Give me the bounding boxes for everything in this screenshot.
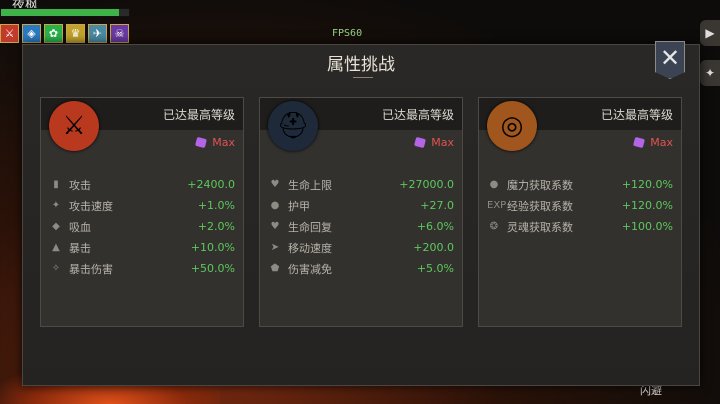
skull-buff-icon[interactable]: ☠: [110, 24, 129, 43]
attack-icon: ▮: [53, 179, 59, 190]
stat-name: 攻击: [69, 178, 91, 192]
stat-name: 攻击速度: [69, 199, 113, 213]
fps-counter: FPS60: [332, 28, 363, 39]
stat-name: 吸血: [69, 220, 91, 234]
stat-row: ✧ 暴击伤害 +50.0%: [49, 258, 235, 279]
stat-value: +100.0%: [621, 220, 673, 233]
max-label: Max: [650, 136, 673, 149]
stat-name: 伤害减免: [288, 262, 332, 276]
card-level-text: 已达最高等级: [381, 108, 454, 122]
card-max-badge: Max: [414, 136, 454, 149]
stat-list: ▮ 攻击 +2400.0 ✦ 攻击速度 +1.0% ◆ 吸血 +2.0% ▲ 暴…: [49, 174, 235, 279]
stat-value: +120.0%: [621, 178, 673, 191]
stat-value: +5.0%: [416, 262, 454, 275]
attribute-card: ⚔ 已达最高等级 Max ▮ 攻击 +2400.0 ✦ 攻击速度 +1.0% ◆…: [40, 97, 244, 327]
stat-value: +2.0%: [197, 220, 235, 233]
stat-name: 灵魂获取系数: [507, 220, 573, 234]
stat-value: +6.0%: [416, 220, 454, 233]
panel-title: 属性挑战: [327, 55, 395, 75]
helmet-icon: ⛑: [268, 101, 318, 151]
attack-speed-icon: ✦: [51, 200, 61, 211]
side-button-play-icon[interactable]: ▶: [700, 20, 720, 46]
stat-row: EXP 经验获取系数 +120.0%: [487, 195, 673, 216]
stat-row: ⬟ 伤害减免 +5.0%: [268, 258, 454, 279]
attribute-card: ◎ 已达最高等级 Max ● 魔力获取系数 +120.0% EXP 经验获取系数…: [478, 97, 682, 327]
close-button[interactable]: ✕: [655, 41, 685, 79]
card-max-badge: Max: [633, 136, 673, 149]
stat-row: ➤ 移动速度 +200.0: [268, 237, 454, 258]
stat-row: ▲ 暴击 +10.0%: [49, 237, 235, 258]
stat-value: +27.0: [420, 199, 454, 212]
stat-row: ♥ 生命回复 +6.0%: [268, 216, 454, 237]
stat-row: ● 护甲 +27.0: [268, 195, 454, 216]
crit-damage-icon: ✧: [51, 263, 61, 274]
damage-reduction-icon: ⬟: [270, 263, 280, 274]
stat-value: +27000.0: [399, 178, 454, 191]
coins-icon: ◎: [487, 101, 537, 151]
coins-icon-glyph: ◎: [500, 111, 524, 141]
hp-bar: [0, 8, 130, 17]
move-speed-icon: ➤: [270, 242, 280, 253]
attribute-challenge-panel: 属性挑战 ✕ ⚔ 已达最高等级 Max ▮ 攻击 +2400.0 ✦ 攻击速度 …: [22, 41, 700, 386]
shield-buff-icon[interactable]: ◈: [22, 24, 41, 43]
leaf-buff-icon[interactable]: ✿: [44, 24, 63, 43]
max-label: Max: [431, 136, 454, 149]
stat-row: ✦ 攻击速度 +1.0%: [49, 195, 235, 216]
crystal-icon: [414, 136, 427, 149]
stat-row: ◆ 吸血 +2.0%: [49, 216, 235, 237]
side-button-star-icon[interactable]: ✦: [700, 60, 720, 86]
title-ornament: [353, 73, 373, 78]
stat-value: +200.0: [413, 241, 454, 254]
stat-name: 暴击: [69, 241, 91, 255]
hp-bar-fill: [1, 9, 119, 16]
stat-list: ♥ 生命上限 +27000.0 ● 护甲 +27.0 ♥ 生命回复 +6.0% …: [268, 174, 454, 279]
stat-name: 生命回复: [288, 220, 332, 234]
exp-icon: EXP: [487, 200, 507, 211]
wing-buff-icon[interactable]: ✈: [88, 24, 107, 43]
card-max-badge: Max: [195, 136, 235, 149]
attribute-card: ⛑ 已达最高等级 Max ♥ 生命上限 +27000.0 ● 护甲 +27.0 …: [259, 97, 463, 327]
buff-bar: ⚔ ◈ ✿ ♛ ✈ ☠: [0, 24, 129, 43]
stat-value: +1.0%: [197, 199, 235, 212]
soul-icon: ❂: [489, 221, 499, 232]
crystal-icon: [633, 136, 646, 149]
card-level-text: 已达最高等级: [600, 108, 673, 122]
stat-name: 经验获取系数: [507, 199, 573, 213]
lifesteal-icon: ◆: [52, 221, 60, 232]
regen-icon: ♥: [270, 221, 280, 232]
max-label: Max: [212, 136, 235, 149]
stat-name: 移动速度: [288, 241, 332, 255]
stat-row: ❂ 灵魂获取系数 +100.0%: [487, 216, 673, 237]
stat-name: 暴击伤害: [69, 262, 113, 276]
stat-list: ● 魔力获取系数 +120.0% EXP 经验获取系数 +120.0% ❂ 灵魂…: [487, 174, 673, 237]
stat-row: ▮ 攻击 +2400.0: [49, 174, 235, 195]
crown-buff-icon[interactable]: ♛: [66, 24, 85, 43]
stat-row: ● 魔力获取系数 +120.0%: [487, 174, 673, 195]
magic-power-icon: ●: [489, 179, 499, 190]
helmet-icon-glyph: ⛑: [276, 111, 310, 141]
stat-name: 魔力获取系数: [507, 178, 573, 192]
card-level-text: 已达最高等级: [162, 108, 235, 122]
stat-value: +120.0%: [621, 199, 673, 212]
sword-buff-icon[interactable]: ⚔: [0, 24, 19, 43]
heart-icon: ♥: [270, 179, 280, 190]
stat-name: 护甲: [288, 199, 310, 213]
stat-value: +2400.0: [187, 178, 235, 191]
stat-row: ♥ 生命上限 +27000.0: [268, 174, 454, 195]
sword-icon: ⚔: [49, 101, 99, 151]
stat-name: 生命上限: [288, 178, 332, 192]
armor-icon: ●: [270, 200, 280, 211]
crit-icon: ▲: [52, 242, 60, 253]
stat-value: +10.0%: [190, 241, 235, 254]
crystal-icon: [195, 136, 208, 149]
sword-icon-glyph: ⚔: [62, 111, 86, 141]
stat-value: +50.0%: [190, 262, 235, 275]
